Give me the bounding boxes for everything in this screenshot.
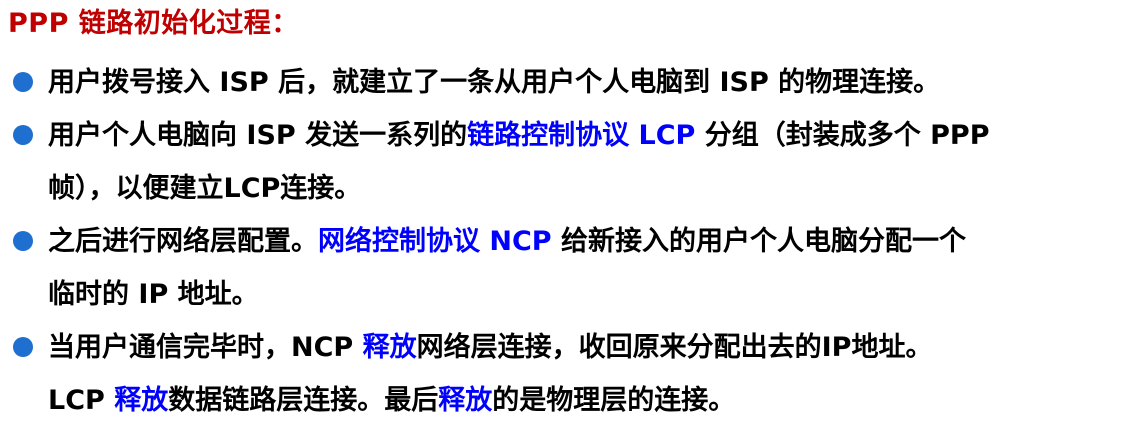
bullet-line: 临时的 IP 地址。 (48, 268, 1136, 321)
bullet-text: 帧），以便建立LCP连接。 (48, 173, 362, 204)
bullet-text: 数据链路层连接。最后 (168, 385, 439, 416)
bullet-line: LCP 释放数据链路层连接。最后释放的是物理层的连接。 (48, 374, 1136, 427)
highlight-text: 释放 (362, 332, 417, 363)
bullet-text: 用户个人电脑向 ISP 发送一系列的 (48, 120, 468, 151)
bullet-dot-icon (13, 337, 33, 357)
bullet-item-dialup: 用户拨号接入 ISP 后，就建立了一条从用户个人电脑到 ISP 的物理连接。 (0, 56, 1144, 109)
bullet-line: 用户个人电脑向 ISP 发送一系列的链路控制协议 LCP 分组（封装成多个 PP… (48, 109, 1136, 162)
bullet-line: 当用户通信完毕时，NCP 释放网络层连接，收回原来分配出去的IP地址。 (48, 321, 1136, 374)
bullet-line: 用户拨号接入 ISP 后，就建立了一条从用户个人电脑到 ISP 的物理连接。 (48, 56, 1136, 109)
highlight-text: 释放 (114, 385, 169, 416)
bullet-item-ncp: 之后进行网络层配置。网络控制协议 NCP 给新接入的用户个人电脑分配一个 临时的… (0, 215, 1144, 321)
bullet-line: 帧），以便建立LCP连接。 (48, 162, 1136, 215)
bullet-text: 用户拨号接入 ISP 后，就建立了一条从用户个人电脑到 ISP 的物理连接。 (48, 67, 941, 98)
bullet-text: 给新接入的用户个人电脑分配一个 (551, 226, 967, 257)
bullet-item-release: 当用户通信完毕时，NCP 释放网络层连接，收回原来分配出去的IP地址。 LCP … (0, 321, 1144, 427)
bullet-dot-icon (13, 72, 33, 92)
bullet-text: 当用户通信完毕时，NCP (48, 332, 363, 363)
bullet-text: 之后进行网络层配置。 (48, 226, 318, 257)
bullet-dot-icon (13, 125, 33, 145)
slide-title: PPP 链路初始化过程： (8, 8, 299, 39)
highlight-text: 释放 (438, 385, 493, 416)
bullet-text: LCP (48, 385, 115, 416)
bullet-text: 临时的 IP 地址。 (48, 279, 259, 310)
bullet-dot-icon (13, 231, 33, 251)
bullet-line: 之后进行网络层配置。网络控制协议 NCP 给新接入的用户个人电脑分配一个 (48, 215, 1136, 268)
bullet-text: 分组（封装成多个 PPP (695, 120, 990, 151)
bullet-item-lcp: 用户个人电脑向 ISP 发送一系列的链路控制协议 LCP 分组（封装成多个 PP… (0, 109, 1144, 215)
bullet-text: 的是物理层的连接。 (492, 385, 736, 416)
bullet-text: 网络层连接，收回原来分配出去的IP地址。 (416, 332, 933, 363)
highlight-text: 链路控制协议 LCP (467, 120, 696, 151)
bullet-list: 用户拨号接入 ISP 后，就建立了一条从用户个人电脑到 ISP 的物理连接。 用… (0, 56, 1144, 427)
highlight-text: 网络控制协议 NCP (318, 226, 552, 257)
